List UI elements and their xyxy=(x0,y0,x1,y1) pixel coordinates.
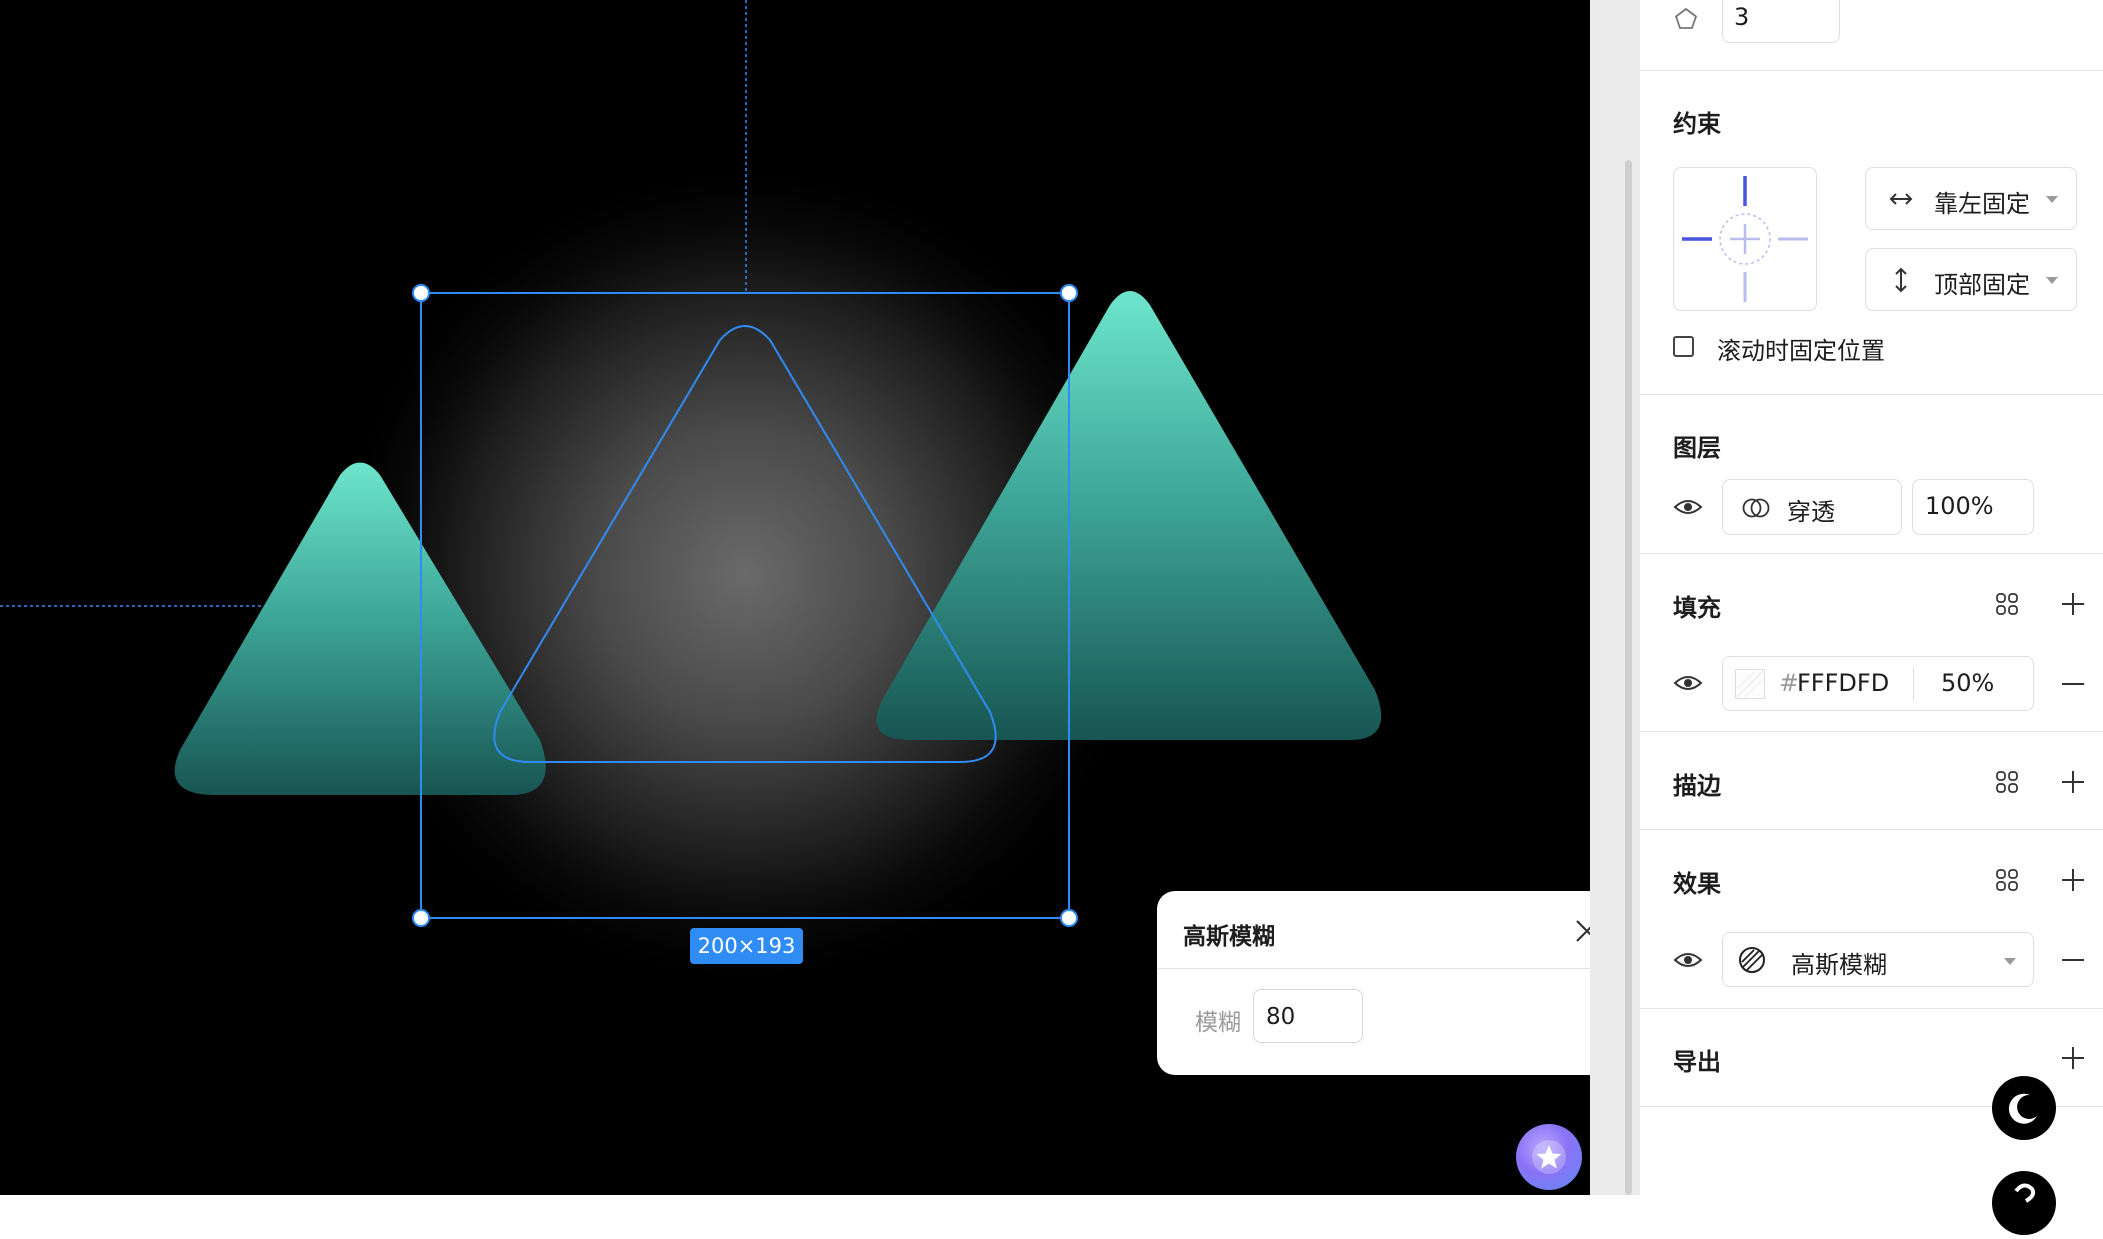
eye-icon[interactable] xyxy=(1673,672,1703,694)
fill-title: 填充 xyxy=(1673,594,1721,622)
divider xyxy=(1640,70,2103,71)
blend-mode-label: 穿透 xyxy=(1787,498,1835,526)
layer-opacity-value: 100% xyxy=(1925,492,1994,520)
export-title: 导出 xyxy=(1673,1048,1721,1076)
resize-handle-top-right[interactable] xyxy=(1060,284,1078,302)
effect-type-label: 高斯模糊 xyxy=(1791,951,1887,979)
vertical-constraint-select[interactable]: 顶部固定 xyxy=(1865,248,2077,311)
fix-on-scroll-checkbox[interactable] xyxy=(1673,336,1694,357)
layer-opacity-input[interactable]: 100% xyxy=(1912,479,2034,535)
chevron-down-icon xyxy=(2046,277,2058,284)
panel-scroll-track xyxy=(1590,0,1640,1195)
blur-amount-input[interactable]: 80 xyxy=(1253,989,1363,1043)
resize-handle-top-left[interactable] xyxy=(412,284,430,302)
help-button[interactable] xyxy=(1992,1171,2056,1235)
blend-mode-select[interactable]: 穿透 xyxy=(1722,479,1902,535)
gaussian-blur-popup: 高斯模糊 模糊 80 xyxy=(1157,891,1590,1075)
horizontal-constraint-select[interactable]: 靠左固定 xyxy=(1865,167,2077,230)
horizontal-arrows-icon xyxy=(1889,193,1913,205)
moon-icon xyxy=(2008,1093,2037,1124)
dark-mode-button[interactable] xyxy=(1992,1076,2056,1140)
effect-type-select[interactable]: 高斯模糊 xyxy=(1722,932,2034,987)
remove-effect-icon[interactable] xyxy=(2059,946,2087,974)
style-library-icon[interactable] xyxy=(1994,867,2020,893)
vertical-arrows-icon xyxy=(1895,267,1907,293)
close-icon[interactable] xyxy=(1569,913,1590,949)
divider xyxy=(1640,1008,2103,1009)
design-canvas[interactable]: 200×193 高斯模糊 模糊 80 xyxy=(0,0,1590,1195)
constraint-crosshair-icon xyxy=(1682,176,1808,302)
constraint-widget[interactable] xyxy=(1673,167,1817,311)
eye-icon[interactable] xyxy=(1673,496,1703,518)
resize-handle-bottom-left[interactable] xyxy=(412,909,430,927)
fix-on-scroll-label: 滚动时固定位置 xyxy=(1717,337,1885,365)
sides-value: 3 xyxy=(1734,3,1750,31)
fill-color-field[interactable]: # FFFDFD 50% xyxy=(1722,656,2034,711)
divider xyxy=(1640,731,2103,732)
add-effect-icon[interactable] xyxy=(2059,866,2087,894)
blend-mode-icon xyxy=(1742,498,1770,518)
style-library-icon[interactable] xyxy=(1994,591,2020,617)
stroke-title: 描边 xyxy=(1673,772,1721,800)
add-stroke-icon[interactable] xyxy=(2059,768,2087,796)
polygon-icon xyxy=(1674,7,1698,29)
chevron-down-icon xyxy=(2046,196,2058,203)
constraints-title: 约束 xyxy=(1673,110,1721,138)
effect-title: 效果 xyxy=(1673,870,1721,898)
resize-handle-bottom-right[interactable] xyxy=(1060,909,1078,927)
blur-effect-icon xyxy=(1739,947,1765,973)
layer-title: 图层 xyxy=(1673,434,1721,462)
remove-fill-icon[interactable] xyxy=(2059,670,2087,698)
vertical-constraint-label: 顶部固定 xyxy=(1934,271,2030,299)
help-icon xyxy=(2014,1183,2036,1203)
ai-assistant-button[interactable] xyxy=(1516,1124,1582,1190)
polygon-sides-input[interactable]: 3 xyxy=(1722,0,1840,43)
divider xyxy=(1640,829,2103,830)
selection-size-badge: 200×193 xyxy=(690,928,803,964)
popup-title: 高斯模糊 xyxy=(1183,924,1275,950)
field-divider xyxy=(1913,667,1914,701)
properties-panel: 3 约束 靠左固定 顶部固定 滚动时固定位置 图层 穿透 100% 填充 # F… xyxy=(1640,0,2103,1235)
color-swatch[interactable] xyxy=(1735,669,1765,699)
divider xyxy=(1640,394,2103,395)
fill-opacity-value[interactable]: 50% xyxy=(1941,669,1994,697)
eye-icon[interactable] xyxy=(1673,949,1703,971)
fill-hex-value[interactable]: FFFDFD xyxy=(1797,669,1889,697)
scrollbar-thumb[interactable] xyxy=(1625,160,1632,1195)
popup-divider xyxy=(1157,968,1590,969)
divider xyxy=(1640,553,2103,554)
horizontal-constraint-label: 靠左固定 xyxy=(1934,190,2030,218)
star-icon xyxy=(1532,1140,1566,1174)
style-library-icon[interactable] xyxy=(1994,769,2020,795)
add-export-icon[interactable] xyxy=(2059,1044,2087,1072)
chevron-down-icon xyxy=(2004,958,2016,965)
blur-label: 模糊 xyxy=(1195,1010,1241,1036)
add-fill-icon[interactable] xyxy=(2059,590,2087,618)
